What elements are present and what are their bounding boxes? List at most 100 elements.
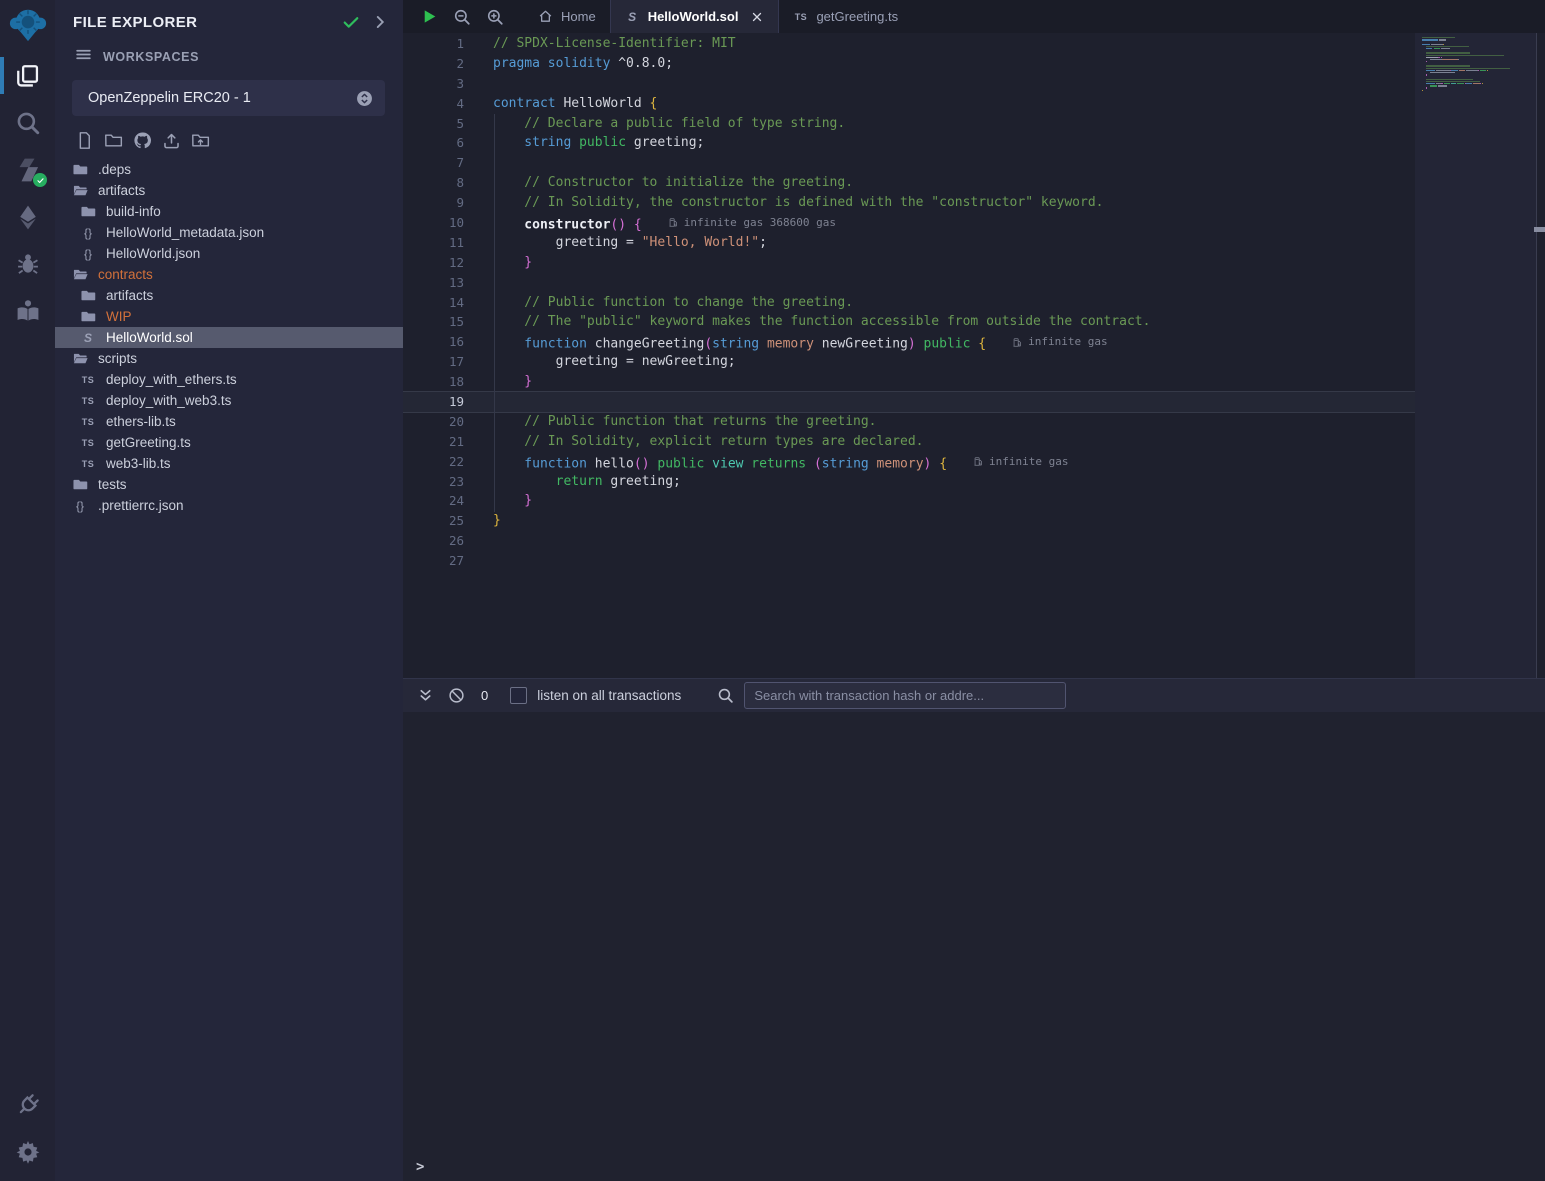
line-number: 11: [403, 233, 464, 253]
gas-estimate: infinite gas 368600 gas: [668, 213, 836, 233]
new-file-icon[interactable]: [75, 131, 94, 150]
tree-item-getGreeting.ts[interactable]: TSgetGreeting.ts: [55, 432, 403, 453]
listen-transactions-checkbox[interactable]: [510, 687, 527, 704]
tree-item-scripts[interactable]: scripts: [55, 348, 403, 369]
braces-icon: {}: [80, 225, 96, 241]
editor-toolbar: [403, 0, 524, 33]
close-tab-icon[interactable]: [750, 10, 764, 24]
workspaces-row: WORKSPACES: [55, 38, 403, 72]
line-number: 22: [403, 452, 464, 472]
code-editor[interactable]: 1// SPDX-License-Identifier: MIT2pragma …: [403, 33, 1545, 678]
zoom-in-button[interactable]: [486, 8, 504, 26]
tree-item-.prettierrc.json[interactable]: {} .prettierrc.json: [55, 495, 403, 516]
activity-solidity-compiler[interactable]: [0, 146, 55, 193]
tree-item-ethers-lib.ts[interactable]: TSethers-lib.ts: [55, 411, 403, 432]
tabs: HomeSHelloWorld.sol TS getGreeting.ts: [524, 0, 912, 33]
line-number: 2: [403, 54, 464, 74]
activity-learneth[interactable]: [0, 287, 55, 334]
ts-icon: TS: [793, 9, 808, 24]
tree-item-deploy_with_ethers.ts[interactable]: TSdeploy_with_ethers.ts: [55, 369, 403, 390]
code-line-19: 19: [403, 392, 1415, 412]
folder-icon: [80, 204, 96, 220]
solidity-icon: S: [625, 9, 640, 24]
line-number: 5: [403, 114, 464, 134]
hamburger-menu-icon[interactable]: [75, 46, 92, 68]
panel-resize-handle[interactable]: [1534, 227, 1545, 232]
activity-search[interactable]: [0, 99, 55, 146]
terminal-search-icon: [717, 687, 734, 704]
tree-item-.deps[interactable]: .deps: [55, 159, 403, 180]
code-line-10: 10 constructor() {infinite gas 368600 ga…: [403, 213, 1415, 233]
ethereum-icon: [15, 204, 41, 230]
activity-deploy-and-run[interactable]: [0, 193, 55, 240]
tree-item-HelloWorld.sol[interactable]: S HelloWorld.sol: [55, 327, 403, 348]
tree-item-label: .prettierrc.json: [98, 498, 184, 513]
line-number: 19: [403, 392, 464, 412]
tree-item-artifacts[interactable]: artifacts: [55, 285, 403, 306]
gas-estimate: infinite gas: [973, 452, 1068, 472]
activity-settings[interactable]: [0, 1128, 55, 1175]
tab-bar: HomeSHelloWorld.sol TS getGreeting.ts: [403, 0, 1545, 34]
code-line-18: 18 }: [403, 372, 1415, 392]
solidity-icon: S: [80, 330, 96, 346]
tree-item-web3-lib.ts[interactable]: TS web3-lib.ts: [55, 453, 403, 474]
minimap[interactable]: [1415, 33, 1537, 678]
activity-file-explorer[interactable]: [0, 52, 55, 99]
line-number: 26: [403, 531, 464, 551]
collapse-terminal-icon[interactable]: [417, 687, 434, 704]
upload-file-icon[interactable]: [162, 131, 181, 150]
terminal-output[interactable]: >: [403, 712, 1545, 1181]
code-line-7: 7: [403, 153, 1415, 173]
tree-item-label: deploy_with_web3.ts: [106, 393, 231, 408]
tree-item-tests[interactable]: tests: [55, 474, 403, 495]
line-number: 20: [403, 412, 464, 432]
plug-icon: [15, 1092, 41, 1118]
tree-item-HelloWorld.json[interactable]: {}HelloWorld.json: [55, 243, 403, 264]
line-number: 1: [403, 34, 464, 54]
file-tree: .depsartifactsbuild-info{}HelloWorld_met…: [55, 159, 403, 516]
gear-icon: [15, 1139, 41, 1165]
zoom-out-button[interactable]: [453, 8, 471, 26]
code-line-6: 6 string public greeting;: [403, 133, 1415, 153]
tree-item-deploy_with_web3.ts[interactable]: TSdeploy_with_web3.ts: [55, 390, 403, 411]
workspaces-label: WORKSPACES: [103, 50, 199, 64]
workspace-select[interactable]: OpenZeppelin ERC20 - 1: [72, 80, 385, 116]
tree-item-WIP[interactable]: WIP: [55, 306, 403, 327]
tab-label: getGreeting.ts: [816, 9, 898, 24]
tree-item-label: web3-lib.ts: [106, 456, 171, 471]
home-icon: [538, 9, 553, 24]
line-number: 23: [403, 472, 464, 492]
code-line-1: 1// SPDX-License-Identifier: MIT: [403, 34, 1415, 54]
line-number: 21: [403, 432, 464, 452]
upload-folder-icon[interactable]: [191, 131, 210, 150]
tab-HelloWorld.sol[interactable]: SHelloWorld.sol: [610, 0, 780, 33]
tab-Home[interactable]: Home: [524, 0, 610, 33]
tree-item-label: ethers-lib.ts: [106, 414, 176, 429]
terminal-search-input[interactable]: [744, 682, 1066, 709]
tab-getGreeting.ts[interactable]: TS getGreeting.ts: [779, 0, 912, 33]
new-folder-icon[interactable]: [104, 131, 123, 150]
chevron-right-icon[interactable]: [371, 13, 389, 31]
tree-item-artifacts[interactable]: artifacts: [55, 180, 403, 201]
run-script-button[interactable]: [421, 8, 438, 25]
line-number: 9: [403, 193, 464, 213]
activity-debugger[interactable]: [0, 240, 55, 287]
folder-open-icon: [72, 267, 88, 283]
folder-icon: [80, 288, 96, 304]
tree-item-label: WIP: [106, 309, 132, 324]
tree-item-label: HelloWorld.sol: [106, 330, 193, 345]
braces-icon: {}: [72, 498, 88, 514]
tree-item-label: getGreeting.ts: [106, 435, 191, 450]
editor-scrollbar-rail[interactable]: [1536, 33, 1545, 678]
ts-icon: TS: [80, 456, 96, 472]
tree-item-label: HelloWorld.json: [106, 246, 200, 261]
tree-item-contracts[interactable]: contracts: [55, 264, 403, 285]
clear-console-icon[interactable]: [448, 687, 465, 704]
tree-item-build-info[interactable]: build-info: [55, 201, 403, 222]
folder-icon: [72, 477, 88, 493]
activity-plugin-manager[interactable]: [0, 1081, 55, 1128]
clone-github-icon[interactable]: [133, 131, 152, 150]
code-line-23: 23 return greeting;: [403, 472, 1415, 492]
line-number: 27: [403, 551, 464, 571]
tree-item-HelloWorld_metadata.json[interactable]: {}HelloWorld_metadata.json: [55, 222, 403, 243]
